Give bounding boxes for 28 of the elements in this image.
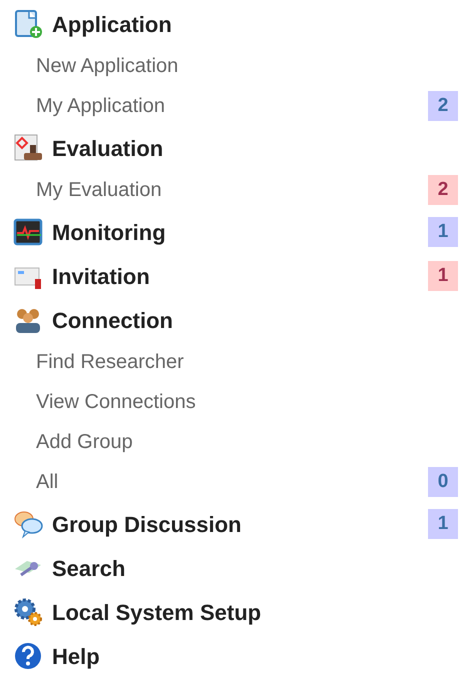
count-badge: 2 — [428, 175, 458, 205]
speech-bubbles-icon — [13, 509, 43, 539]
count-badge: 1 — [428, 261, 458, 291]
menu-item[interactable]: My Evaluation — [36, 175, 162, 205]
menu-heading[interactable]: Invitation — [52, 260, 150, 292]
menu-heading[interactable]: Search — [52, 552, 126, 584]
menu-item[interactable]: Find Researcher — [36, 347, 184, 377]
count-badge: 0 — [428, 467, 458, 497]
menu-heading[interactable]: Connection — [52, 304, 173, 336]
menu-heading[interactable]: Application — [52, 8, 172, 40]
help-icon — [13, 641, 43, 671]
menu-item[interactable]: View Connections — [36, 387, 196, 417]
document-plus-icon — [13, 9, 43, 39]
menu-heading[interactable]: Group Discussion — [52, 508, 242, 540]
menu-heading[interactable]: Help — [52, 640, 100, 672]
menu-heading[interactable]: Local System Setup — [52, 596, 262, 628]
menu-item[interactable]: New Application — [36, 51, 178, 81]
stamp-document-icon — [13, 133, 43, 163]
menu-item[interactable]: Add Group — [36, 427, 133, 457]
monitor-icon — [13, 217, 43, 247]
menu-heading[interactable]: Monitoring — [52, 216, 166, 248]
menu-item[interactable]: My Application — [36, 91, 165, 121]
menu-heading[interactable]: Evaluation — [52, 132, 164, 164]
count-badge: 2 — [428, 91, 458, 121]
menu-item[interactable]: All — [36, 467, 58, 497]
count-badge: 1 — [428, 509, 458, 539]
gears-icon — [13, 597, 43, 627]
count-badge: 1 — [428, 217, 458, 247]
